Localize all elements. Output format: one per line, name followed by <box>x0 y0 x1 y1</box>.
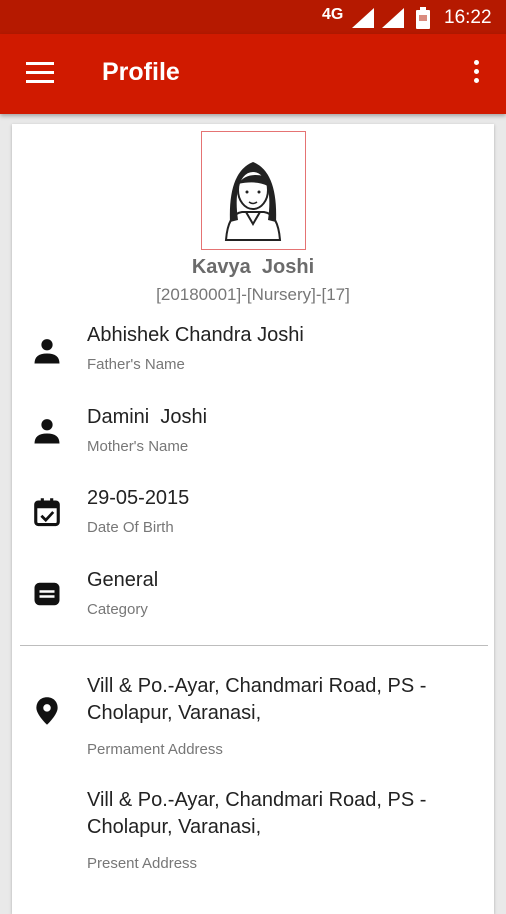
status-bar: 4G 16:22 <box>0 0 506 34</box>
hamburger-menu-icon[interactable] <box>26 62 54 84</box>
profile-card: Kavya Joshi [20180001]-[Nursery]-[17] Ab… <box>12 124 494 914</box>
location-pin-icon <box>36 697 58 725</box>
present-address-line1: Vill & Po.-Ayar, Chandmari Road, PS - <box>87 789 427 811</box>
father-name-value: Abhishek Chandra Joshi <box>87 324 304 346</box>
calendar-check-icon <box>34 498 60 527</box>
dob-label: Date Of Birth <box>87 519 174 536</box>
category-value: General <box>87 569 159 591</box>
category-label: Category <box>87 601 148 618</box>
category-icon <box>34 582 60 606</box>
person-icon <box>34 419 60 444</box>
student-info: [20180001]-[Nursery]-[17] <box>156 285 350 304</box>
profile-photo[interactable] <box>201 131 306 250</box>
network-type: 4G <box>322 6 344 23</box>
page-title: Profile <box>102 58 180 86</box>
battery-icon <box>416 7 430 29</box>
mother-name-value: Damini Joshi <box>87 406 208 428</box>
student-name: Kavya Joshi <box>191 256 315 278</box>
signal-icon <box>352 8 374 28</box>
app-toolbar: Profile <box>0 34 506 114</box>
clock: 16:22 <box>444 7 492 28</box>
present-address-label: Present Address <box>87 855 198 872</box>
more-vert-icon[interactable] <box>466 60 486 88</box>
permanent-address-line2: Cholapur, Varanasi, <box>87 702 262 724</box>
mother-name-label: Mother's Name <box>87 438 189 455</box>
permanent-address-label: Permament Address <box>87 741 223 758</box>
signal-icon <box>382 8 404 28</box>
dob-value: 29-05-2015 <box>87 487 190 509</box>
present-address-line2: Cholapur, Varanasi, <box>87 816 262 838</box>
father-name-label: Father's Name <box>87 356 185 373</box>
divider <box>20 645 488 646</box>
permanent-address-line1: Vill & Po.-Ayar, Chandmari Road, PS - <box>87 675 427 697</box>
avatar-icon <box>224 162 282 241</box>
person-icon <box>34 339 60 364</box>
